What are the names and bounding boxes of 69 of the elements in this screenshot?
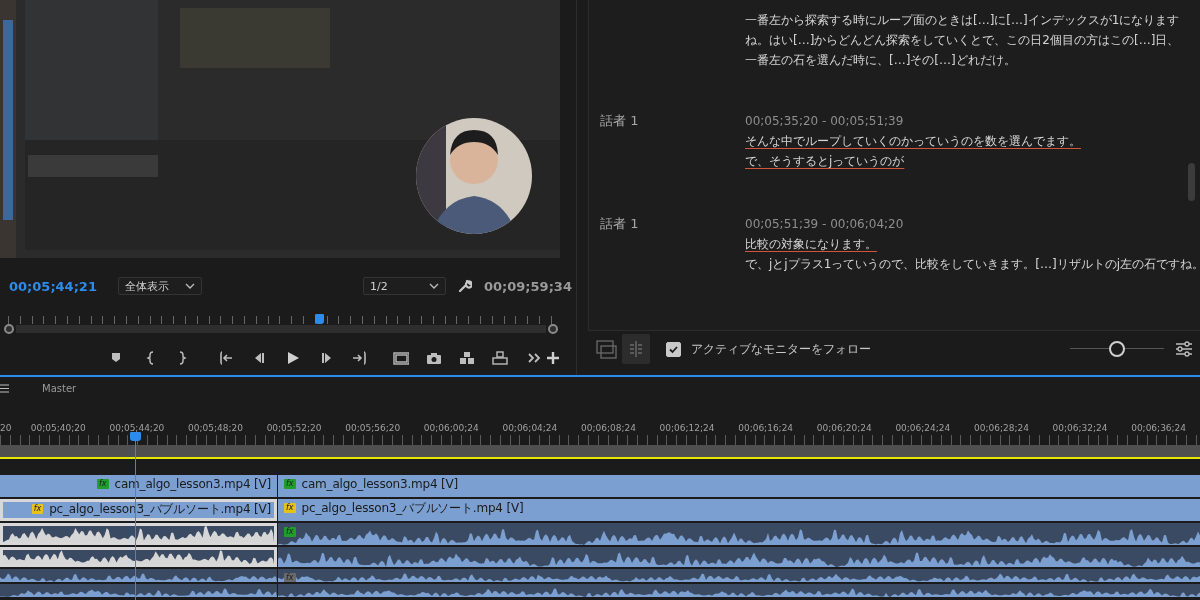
playhead-handle[interactable]	[315, 314, 325, 324]
settings-icon[interactable]	[1174, 339, 1194, 359]
ruler-label: 00;05;56;20	[344, 423, 402, 433]
add-icon[interactable]	[545, 349, 561, 366]
caret-icon	[184, 283, 195, 289]
scrollbar-thumb[interactable]	[1188, 163, 1195, 201]
video-clip[interactable]: fx pc_algo_lesson3_バブルソート.mp4 [V]	[278, 499, 1200, 521]
scrubber-track[interactable]	[16, 325, 546, 333]
ruler-label: 00;06;16;24	[737, 423, 795, 433]
ruler-label: 00;05;48;20	[187, 423, 244, 433]
duration-timecode: 00;09;59;34	[483, 278, 572, 294]
go-to-out-icon[interactable]	[351, 349, 367, 366]
play-icon[interactable]	[285, 349, 301, 366]
zoom-slider[interactable]	[1070, 341, 1164, 357]
follow-checkbox[interactable]	[666, 341, 681, 357]
ruler-label: 00;05;52;20	[265, 423, 323, 433]
sequence-label: Master	[42, 382, 77, 394]
captions-icon[interactable]	[595, 338, 617, 360]
transcript-text: 一番左から探索する時にループ面のときは[…]に[…]インデックスが1になりますね。はい[…]からどんどん探索をしていくとで、この日2個目の方はこの[…]日、一番左の石を選んだ時に、[…]その[…]どれだけ。	[745, 12, 1181, 69]
insert-icon[interactable]	[459, 349, 475, 366]
clip-name: cam_algo_lesson3.mp4 [V]	[301, 477, 458, 491]
ruler-label: 00;06;00;24	[422, 423, 480, 433]
video-clip[interactable]: fx cam_algo_lesson3.mp4 [V]	[278, 475, 1200, 497]
ruler-label: 00;06;04;24	[501, 423, 559, 433]
fit-dropdown[interactable]: 全体表示	[117, 277, 202, 295]
ruler-label: 00;06;32;24	[1051, 423, 1109, 433]
ruler-label: 00;06;36;24	[1130, 423, 1188, 433]
resolution-dropdown[interactable]: 1/2	[362, 277, 446, 295]
safe-margins-icon[interactable]	[393, 349, 409, 366]
clip-name: pc_algo_lesson3_バブルソート.mp4 [V]	[301, 501, 524, 515]
clip-name: cam_algo_lesson3.mp4 [V]	[114, 477, 271, 491]
go-to-in-icon[interactable]	[219, 349, 235, 366]
ruler-label: 00;06;24;24	[894, 423, 952, 433]
ruler-label: 00;06;08;24	[580, 423, 637, 433]
segment-timecode: 00;05;35;20 - 00;05;51;39	[745, 113, 905, 130]
transcript-line: で、jとjプラス1っていうので、比較をしていきます。[…]リザルトのj左の石ですね。	[745, 256, 1200, 273]
fx-badge: fx	[284, 479, 296, 489]
zoom-thumb[interactable]	[1109, 341, 1125, 357]
menu-icon[interactable]	[0, 383, 9, 393]
video-clip[interactable]: fx cam_algo_lesson3.mp4 [V]	[0, 475, 277, 497]
fx-badge: fx	[97, 479, 109, 489]
clip-name: pc_algo_lesson3_バブルソート.mp4 [V]	[49, 502, 271, 516]
segment-timecode: 00;05;51;39 - 00;06;04;20	[745, 216, 905, 233]
speaker-label: 話者 1	[599, 215, 640, 233]
fx-badge: fx	[284, 503, 296, 513]
caret-icon	[428, 283, 439, 289]
fx-badge: fx	[284, 573, 296, 582]
ruler-label: 20	[0, 423, 13, 433]
fx-badge: fx	[284, 527, 296, 537]
align-icon	[627, 340, 645, 358]
ruler-label: 00;05;40;20	[29, 423, 87, 433]
ruler-label: 00;06;12;24	[658, 423, 716, 433]
speaker-label: 話者 1	[599, 112, 640, 130]
follow-label: アクティブなモニターをフォロー	[691, 340, 871, 358]
video-clip[interactable]: fx pc_algo_lesson3_バブルソート.mp4 [V]	[0, 499, 277, 521]
audio-clip[interactable]: fx	[278, 523, 1200, 545]
ruler-label: 00;06;20;24	[815, 423, 873, 433]
overwrite-icon[interactable]	[492, 349, 508, 366]
current-timecode[interactable]: 00;05;44;21	[9, 278, 97, 294]
fx-badge: fx	[31, 504, 44, 514]
out-handle[interactable]	[548, 324, 558, 334]
playhead-handle[interactable]	[130, 432, 141, 441]
transcript-line: 比較の対象になります。	[745, 236, 877, 253]
in-handle[interactable]	[4, 324, 14, 334]
wrench-icon[interactable]	[457, 279, 472, 293]
transcript-line: で、そうするとjっていうのが	[745, 153, 905, 170]
ruler-label: 00;05;44;20	[108, 423, 166, 433]
transcript-line: そんな中でループしていくのかっていうのを数を選んでます。	[745, 133, 1081, 150]
ruler-label: 00;06;28;24	[972, 423, 1030, 433]
